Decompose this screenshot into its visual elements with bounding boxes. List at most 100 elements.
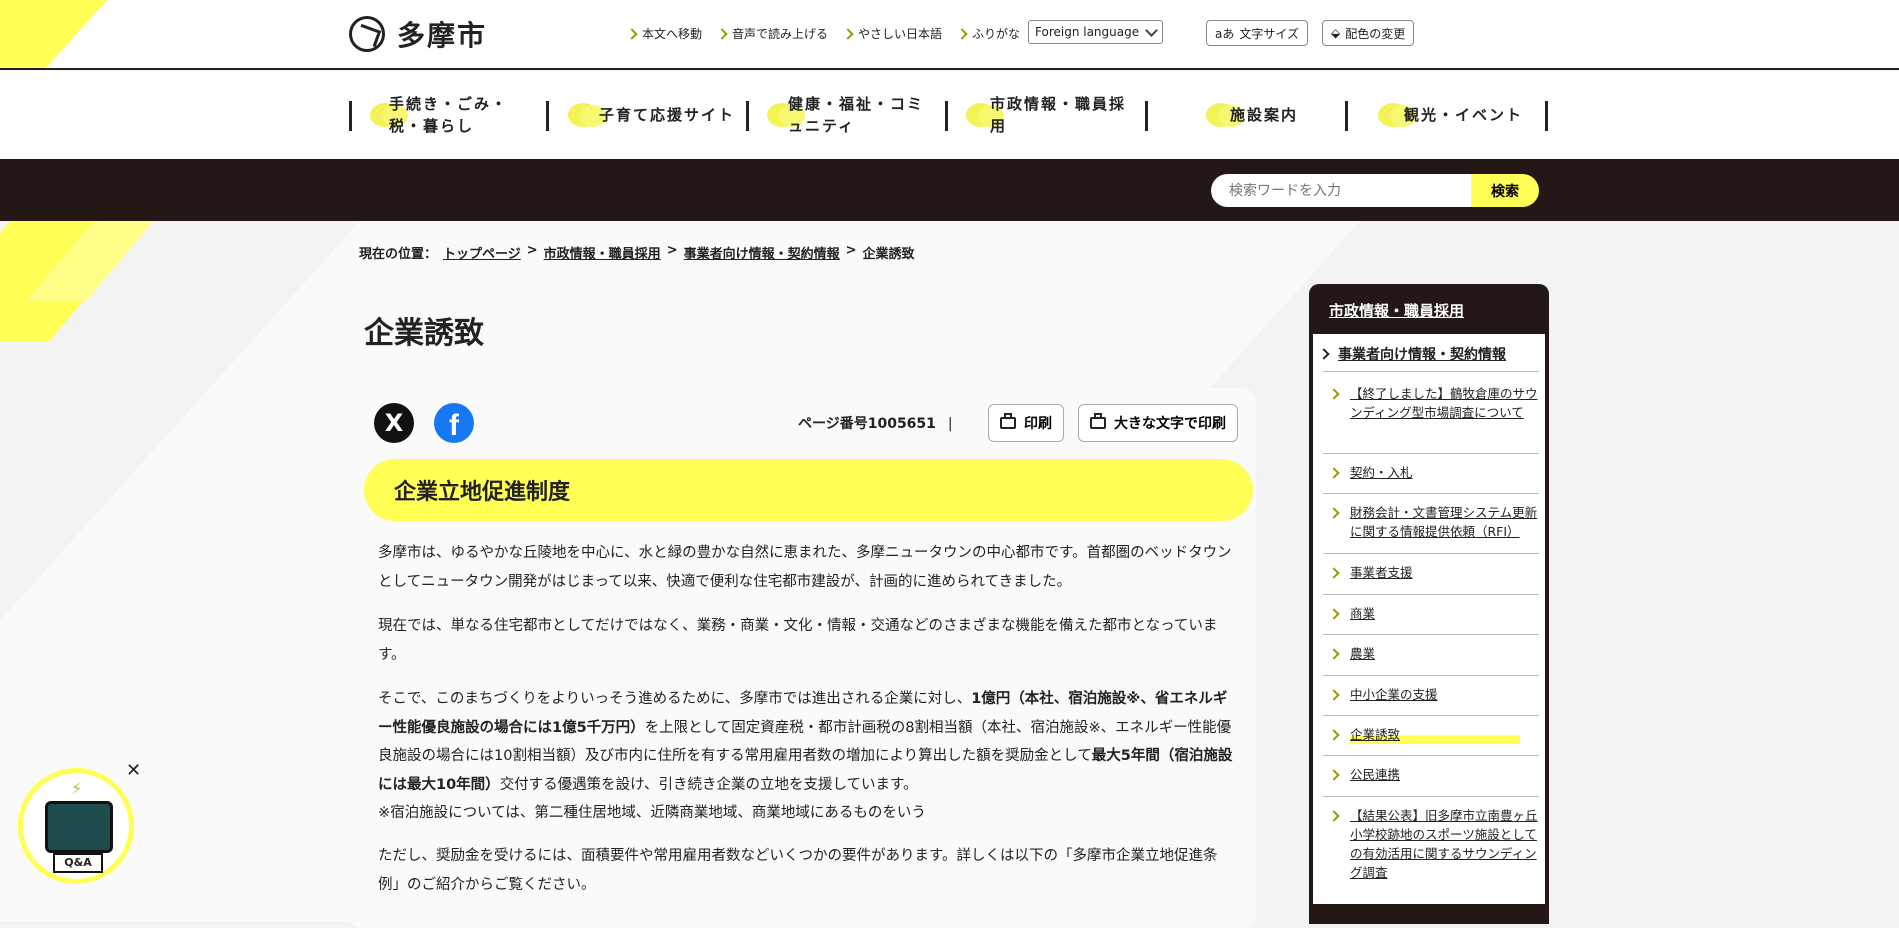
incentive-text-3: 交付する優遇策を設け、引き続き企業の立地を支援しています。 (499, 776, 918, 793)
nav-separator (1345, 101, 1348, 131)
nav-item-tourism-events[interactable]: 観光・イベント (1364, 97, 1534, 133)
sidebar-category-label: 事業者向け情報・契約情報 (1338, 347, 1506, 363)
chevron-right-icon (1328, 467, 1340, 479)
link-label: 音声で読み上げる (732, 27, 829, 41)
breadcrumb-link-city-info[interactable]: 市政情報・職員採用 (544, 243, 661, 262)
incentive-text-1: そこで、このまちづくりをよりいっそう進めるために、多摩市では進出される企業に対し… (378, 691, 972, 707)
chevron-right-icon (1328, 608, 1340, 620)
color-change-button[interactable]: ⬙ 配色の変更 (1322, 20, 1415, 46)
skip-to-content-link[interactable]: 本文へ移動 (626, 25, 702, 42)
nav-item-label: 手続き・ごみ・税・暮らし (389, 95, 509, 135)
chevron-right-icon (1328, 648, 1340, 660)
nav-separator (746, 101, 749, 131)
language-select-value: Foreign language (1035, 25, 1140, 39)
sidebar-item-business-support[interactable]: 事業者支援 (1328, 563, 1540, 582)
breadcrumb-label: 現在の位置： (359, 247, 438, 262)
page-title: 企業誘致 (364, 316, 484, 351)
paragraph-intro: 多摩市は、ゆるやかな丘陵地を中心に、水と緑の豊かな自然に恵まれた、多摩ニュータウ… (378, 545, 1232, 590)
global-nav: 手続き・ごみ・税・暮らし 子育て応援サイト 健康・福祉・コミュニティ 市政情報・… (0, 71, 1899, 159)
font-size-icon: aあ (1215, 26, 1235, 41)
breadcrumb-separator: > (526, 243, 538, 258)
sidebar-item-label[interactable]: 公民連携 (1350, 765, 1400, 784)
furigana-link[interactable]: ふりがな (956, 25, 1021, 42)
sidebar-item-label[interactable]: 商業 (1350, 604, 1375, 623)
search-bar: 検索 (0, 159, 1899, 221)
paragraph-incentive: そこで、このまちづくりをよりいっそう進めるために、多摩市では進出される企業に対し… (378, 685, 1238, 828)
nav-item-facilities[interactable]: 施設案内 (1192, 97, 1342, 133)
read-aloud-link[interactable]: 音声で読み上げる (716, 25, 829, 42)
nav-separator (546, 101, 549, 131)
sidebar-item-label[interactable]: 企業誘致 (1350, 725, 1521, 744)
site-logo[interactable]: 多摩市 (349, 14, 487, 54)
sidebar-item-label[interactable]: 事業者支援 (1350, 563, 1413, 582)
link-label: やさしい日本語 (858, 27, 943, 41)
share-x-button[interactable]: X (374, 403, 414, 443)
share-facebook-button[interactable]: f (434, 403, 474, 443)
chevron-right-icon (1318, 348, 1330, 360)
breadcrumb-link-business-info[interactable]: 事業者向け情報・契約情報 (684, 243, 840, 262)
sidebar-item-commerce[interactable]: 商業 (1328, 604, 1540, 623)
sidebar-divider (1323, 755, 1539, 756)
easy-japanese-link[interactable]: やさしい日本語 (842, 25, 943, 42)
sidebar-item-label[interactable]: 財務会計・文書管理システム更新に関する情報提供依頼（RFI） (1350, 503, 1540, 541)
sidebar-divider (1323, 715, 1539, 716)
sidebar-item-sounding-warehouse[interactable]: 【終了しました】鶴牧倉庫のサウンディング型市場調査について (1328, 384, 1540, 422)
sidebar-divider (1323, 553, 1539, 554)
sidebar-item-contracts[interactable]: 契約・入札 (1328, 463, 1540, 482)
sidebar-divider (1323, 796, 1539, 797)
sidebar-category-link[interactable]: 事業者向け情報・契約情報 (1318, 344, 1506, 364)
robot-cat-face-icon (45, 801, 113, 853)
sidebar-title-link[interactable]: 市政情報・職員採用 (1329, 300, 1464, 321)
print-large-button[interactable]: 大きな文字で印刷 (1078, 404, 1238, 442)
chevron-right-icon (626, 27, 638, 40)
sidebar-item-sounding-school[interactable]: 【結果公表】旧多摩市立南豊ヶ丘小学校跡地のスポーツ施設としての有効活用に関するサ… (1328, 806, 1540, 882)
sidebar-item-rfi[interactable]: 財務会計・文書管理システム更新に関する情報提供依頼（RFI） (1328, 503, 1540, 541)
printer-icon (1000, 413, 1016, 429)
sidebar-item-business-attraction[interactable]: 企業誘致 (1328, 725, 1540, 744)
sidebar-item-agriculture[interactable]: 農業 (1328, 644, 1540, 663)
link-label: ふりがな (972, 27, 1021, 41)
print-large-label: 大きな文字で印刷 (1114, 415, 1226, 431)
sidebar-item-label[interactable]: 契約・入札 (1350, 463, 1413, 482)
sidebar-item-label[interactable]: 【終了しました】鶴牧倉庫のサウンディング型市場調査について (1350, 384, 1540, 422)
qa-chatbot-button[interactable]: ⚡ Q&A (18, 768, 134, 884)
search-button[interactable]: 検索 (1471, 174, 1539, 207)
search-input[interactable] (1211, 174, 1471, 207)
sidebar-item-public-private[interactable]: 公民連携 (1328, 765, 1540, 784)
font-size-button[interactable]: aあ 文字サイズ (1206, 20, 1308, 46)
breadcrumb-link-top[interactable]: トップページ (443, 243, 521, 262)
nav-item-label: 市政情報・職員採用 (990, 95, 1127, 135)
nav-separator (945, 101, 948, 131)
incentive-note: ※宿泊施設については、第二種住居地域、近隣商業地域、商業地域にあるものをいう (378, 805, 926, 821)
sidebar-item-label[interactable]: 農業 (1350, 644, 1375, 663)
nav-item-procedures[interactable]: 手続き・ごみ・税・暮らし (356, 95, 544, 135)
header-divider (0, 68, 1899, 70)
nav-item-health-welfare[interactable]: 健康・福祉・コミュニティ (753, 95, 943, 135)
nav-item-label: 観光・イベント (1404, 106, 1524, 124)
header-decoration (0, 0, 144, 70)
chevron-down-icon (1145, 23, 1158, 37)
nav-item-city-info[interactable]: 市政情報・職員採用 (952, 95, 1142, 135)
language-select[interactable]: Foreign language (1028, 20, 1164, 44)
site-header: 多摩市 本文へ移動 音声で読み上げる やさしい日本語 ふりがな Foreign … (0, 0, 1899, 70)
nav-item-label: 健康・福祉・コミュニティ (788, 95, 925, 135)
page-number-text: ページ番号1005651 (798, 416, 936, 432)
chevron-right-icon (1328, 810, 1340, 822)
qa-close-icon[interactable]: ✕ (126, 760, 141, 781)
sidebar-item-label[interactable]: 【結果公表】旧多摩市立南豊ヶ丘小学校跡地のスポーツ施設としての有効活用に関するサ… (1350, 806, 1540, 882)
x-logo-icon: X (384, 409, 404, 437)
print-button[interactable]: 印刷 (988, 404, 1064, 442)
utility-links: 本文へ移動 音声で読み上げる やさしい日本語 ふりがな (626, 25, 1021, 42)
chevron-right-icon (1328, 689, 1340, 701)
nav-item-label: 子育て応援サイト (599, 106, 736, 124)
nav-separator (1545, 101, 1548, 131)
sidebar-item-sme-support[interactable]: 中小企業の支援 (1328, 685, 1540, 704)
sidebar-item-label[interactable]: 中小企業の支援 (1350, 685, 1438, 704)
sidebar-divider (1323, 493, 1539, 494)
sidebar-divider (1323, 453, 1539, 454)
chevron-right-icon (1328, 769, 1340, 781)
font-size-label: 文字サイズ (1239, 26, 1299, 41)
breadcrumb-separator: > (666, 243, 678, 258)
nav-item-childcare[interactable]: 子育て応援サイト (554, 97, 744, 133)
color-change-label: 配色の変更 (1345, 26, 1406, 41)
